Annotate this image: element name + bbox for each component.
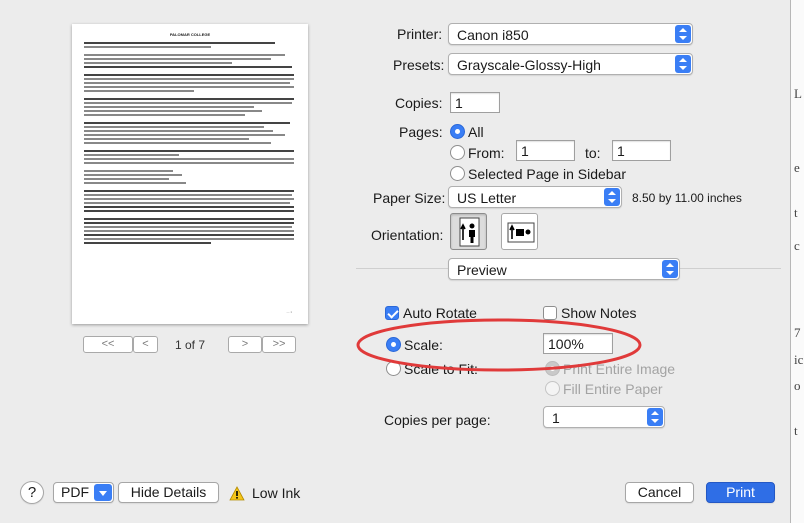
dropdown-arrow-icon (94, 484, 112, 501)
print-button[interactable]: Print (706, 482, 775, 503)
last-page-button[interactable]: >> (262, 336, 296, 353)
copies-value: 1 (455, 95, 463, 111)
copies-per-page-label: Copies per page: (384, 412, 491, 428)
updown-arrows-icon (675, 55, 691, 73)
scale-label: Scale: (404, 337, 443, 353)
pages-to-field[interactable]: 1 (612, 140, 671, 161)
show-notes-checkbox[interactable] (543, 306, 557, 320)
scale-to-fit-label: Scale to Fit: (404, 361, 478, 377)
orientation-label: Orientation: (371, 227, 444, 243)
presets-value: Grayscale-Glossy-High (457, 57, 601, 73)
presets-popup[interactable]: Grayscale-Glossy-High (448, 53, 693, 75)
bg-glyph: c (794, 238, 800, 253)
page-indicator: 1 of 7 (175, 338, 206, 352)
scale-value: 100% (548, 336, 584, 352)
pages-label: Pages: (399, 124, 443, 140)
pdf-label: PDF (61, 484, 89, 500)
bg-glyph: t (794, 205, 798, 220)
paper-size-label: Paper Size: (373, 190, 446, 206)
pages-all-label: All (468, 124, 484, 140)
cancel-button[interactable]: Cancel (625, 482, 694, 503)
paper-size-popup[interactable]: US Letter (448, 186, 622, 208)
previous-page-button[interactable]: < (133, 336, 158, 353)
scale-radio[interactable] (386, 337, 401, 352)
pages-from-label: From: (468, 145, 505, 161)
print-entire-image-radio (545, 361, 560, 376)
hide-details-button[interactable]: Hide Details (118, 482, 219, 503)
fill-entire-paper-radio (545, 381, 560, 396)
printer-label: Printer: (397, 26, 443, 42)
updown-arrows-icon (604, 188, 620, 206)
presets-label: Presets: (393, 57, 445, 73)
pages-all-radio[interactable] (450, 124, 465, 139)
landscape-icon (507, 222, 535, 243)
preview-doc-title: PALOMAR COLLEGE (169, 32, 211, 37)
preview-page-footer: — 1 (286, 310, 292, 314)
low-ink-label: Low Ink (252, 485, 301, 501)
pages-to-label: to: (585, 145, 601, 161)
printer-value: Canon i850 (457, 27, 529, 43)
bg-glyph: t (794, 423, 798, 438)
help-button[interactable]: ? (20, 481, 44, 504)
pages-selected-label: Selected Page in Sidebar (468, 166, 626, 182)
background-window-edge: L e t c 7 ic o t (791, 0, 804, 523)
bg-glyph: L (794, 86, 802, 101)
pages-selected-radio[interactable] (450, 166, 465, 181)
updown-arrows-icon (675, 25, 691, 43)
print-dialog: PALOMAR COLLEGE — 1 << < 1 of 7 > >> Pri… (0, 0, 791, 523)
section-popup[interactable]: Preview (448, 258, 680, 280)
bg-glyph: 7 (794, 325, 801, 340)
pages-from-field[interactable]: 1 (516, 140, 575, 161)
bg-glyph: e (794, 160, 800, 175)
updown-arrows-icon (647, 408, 663, 426)
printer-popup[interactable]: Canon i850 (448, 23, 693, 45)
warning-icon (229, 486, 245, 501)
fill-entire-paper-label: Fill Entire Paper (563, 381, 663, 397)
landscape-orientation-button[interactable] (501, 213, 538, 250)
pages-from-radio[interactable] (450, 145, 465, 160)
show-notes-label: Show Notes (561, 305, 637, 321)
bg-glyph: o (794, 378, 801, 393)
copies-per-page-popup[interactable]: 1 (543, 406, 665, 428)
copies-label: Copies: (395, 95, 443, 111)
first-page-button[interactable]: << (83, 336, 133, 353)
bg-glyph: ic (794, 352, 804, 367)
pdf-menu-button[interactable]: PDF (53, 482, 114, 503)
print-entire-image-label: Print Entire Image (563, 361, 676, 377)
section-value: Preview (457, 262, 507, 278)
scale-to-fit-radio[interactable] (386, 361, 401, 376)
portrait-icon (459, 217, 480, 247)
page-preview-thumbnail: PALOMAR COLLEGE — 1 (72, 24, 308, 324)
portrait-orientation-button[interactable] (450, 213, 487, 250)
auto-rotate-checkbox[interactable] (385, 306, 399, 320)
copies-field[interactable]: 1 (450, 92, 500, 113)
auto-rotate-label: Auto Rotate (403, 305, 477, 321)
pages-from-value: 1 (521, 143, 529, 159)
copies-per-page-value: 1 (552, 410, 560, 426)
paper-size-value: US Letter (457, 190, 517, 206)
paper-dimensions: 8.50 by 11.00 inches (632, 191, 742, 205)
scale-field[interactable]: 100% (543, 333, 613, 354)
updown-arrows-icon (662, 260, 678, 278)
next-page-button[interactable]: > (228, 336, 262, 353)
pages-to-value: 1 (617, 143, 625, 159)
